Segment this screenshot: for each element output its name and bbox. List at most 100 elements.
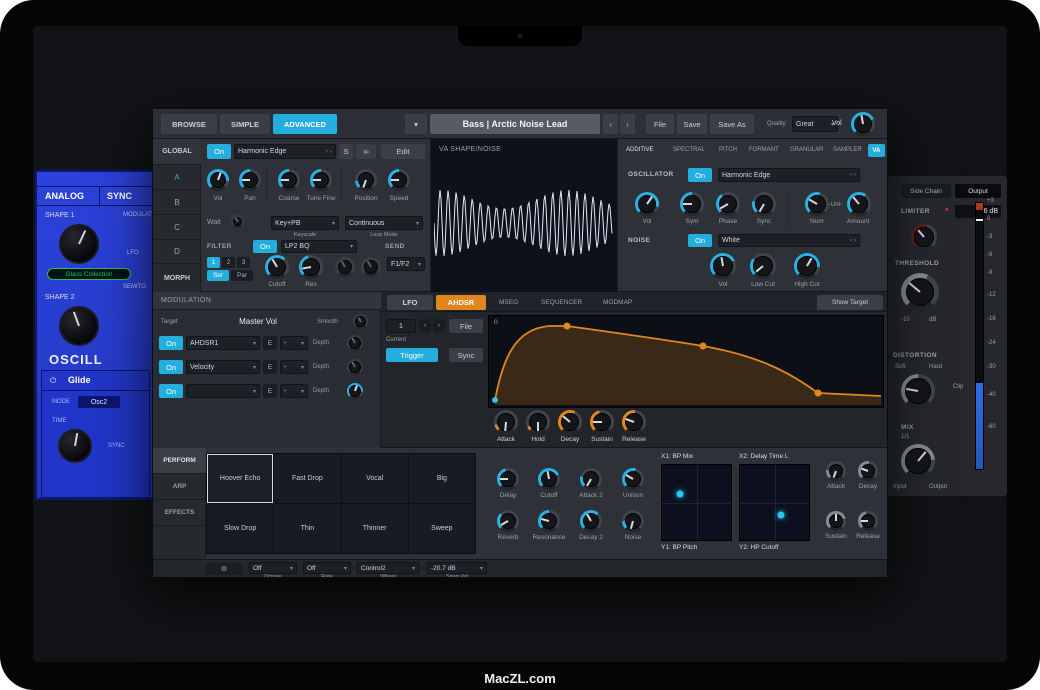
mod-row2-curve[interactable]: - ▾: [280, 360, 308, 374]
tab-layer-d[interactable]: D: [153, 240, 201, 264]
env-sync-button[interactable]: Sync: [449, 348, 483, 362]
preset-menu-button[interactable]: ▾: [405, 114, 427, 134]
pad-sweep[interactable]: Sweep: [408, 504, 475, 553]
save-button[interactable]: Save: [677, 114, 707, 134]
chevron-left-icon[interactable]: ‹: [850, 238, 852, 244]
env-release-knob[interactable]: [622, 410, 646, 434]
noise-on-toggle[interactable]: On: [688, 234, 712, 247]
mode-value[interactable]: Osc2: [78, 396, 120, 408]
mod-row3-depth-knob[interactable]: [347, 383, 363, 399]
vol-knob[interactable]: [207, 169, 229, 191]
chevron-right-icon[interactable]: ›: [330, 149, 332, 155]
amp-attack-knob[interactable]: [826, 461, 846, 481]
octave-select[interactable]: Off ▾: [249, 562, 297, 574]
tab-mseg[interactable]: MSEG: [499, 299, 518, 306]
tab-pitch[interactable]: PITCH: [719, 147, 737, 153]
env-hold-knob[interactable]: [526, 410, 550, 434]
tab-va[interactable]: VA: [868, 144, 885, 157]
speed-knob[interactable]: [388, 169, 410, 191]
amp-sustain-knob[interactable]: [826, 511, 846, 531]
solo-button[interactable]: S: [339, 144, 353, 159]
envelope-editor[interactable]: 0: [488, 315, 884, 408]
resonance-knob[interactable]: [538, 510, 560, 532]
preset-name-display[interactable]: Bass | Arctic Noise Lead: [430, 114, 600, 134]
amp-decay-knob[interactable]: [858, 461, 878, 481]
amp-release-knob[interactable]: [858, 511, 878, 531]
smooth-knob[interactable]: [353, 314, 368, 329]
coarse-knob[interactable]: [278, 169, 300, 191]
tab-global[interactable]: GLOBAL: [153, 139, 201, 165]
noise-highcut-knob[interactable]: [794, 253, 820, 279]
tab-effects[interactable]: EFFECTS: [153, 500, 206, 526]
env-decay-knob[interactable]: [558, 410, 582, 434]
tab-layer-b[interactable]: B: [153, 190, 201, 215]
filter-on-toggle[interactable]: On: [253, 240, 277, 253]
filter-serial-button[interactable]: Ser: [207, 270, 229, 281]
tune-fine-knob[interactable]: [310, 169, 332, 191]
env-attack-knob[interactable]: [494, 410, 518, 434]
xy2-handle[interactable]: [777, 511, 785, 518]
reverb-knob[interactable]: [497, 510, 519, 532]
pad-fast-drop[interactable]: Fast Drop: [274, 454, 341, 503]
time-knob[interactable]: [58, 429, 92, 463]
tab-layer-c[interactable]: C: [153, 215, 201, 240]
chevron-left-icon[interactable]: ‹: [326, 149, 328, 155]
tab-layer-a[interactable]: A: [153, 165, 201, 190]
tab-morph[interactable]: MORPH: [153, 264, 201, 292]
noise-type-select[interactable]: White ‹ ›: [718, 234, 860, 247]
filter-slot-1[interactable]: 1: [207, 257, 220, 268]
osc-vol-knob[interactable]: [635, 192, 659, 216]
env-file-button[interactable]: File: [449, 319, 483, 333]
preset-next-button[interactable]: ›: [620, 114, 635, 134]
wavetable-name-badge[interactable]: Glass Collection: [47, 268, 131, 280]
env-prev-button[interactable]: ‹: [419, 319, 431, 333]
target-value[interactable]: Master Vol: [203, 315, 313, 328]
attack2-knob[interactable]: [580, 468, 602, 490]
mod-row3-curve[interactable]: - ▾: [280, 384, 308, 398]
mix-knob[interactable]: [901, 444, 935, 478]
env-trigger-button[interactable]: Trigger: [386, 348, 438, 362]
osc-phase-knob[interactable]: [716, 192, 740, 216]
tab-modmap[interactable]: MODMAP: [603, 299, 632, 306]
tab-sampler[interactable]: SAMPLER: [833, 147, 862, 153]
mod-row2-edit[interactable]: E: [263, 360, 277, 374]
noise-amt-knob[interactable]: [622, 510, 644, 532]
noise-vol-knob[interactable]: [710, 253, 736, 279]
tab-arp[interactable]: ARP: [153, 474, 206, 500]
cutoff2-knob[interactable]: [538, 468, 560, 490]
pad-big[interactable]: Big: [408, 454, 475, 503]
pad-thinner[interactable]: Thinner: [341, 504, 408, 553]
osc-amount-knob[interactable]: [847, 192, 871, 216]
browse-button[interactable]: BROWSE: [161, 114, 217, 134]
pad-thin[interactable]: Thin: [274, 504, 341, 553]
xy-pad-2[interactable]: [739, 464, 810, 541]
loop-mode-select[interactable]: Continuous ▾: [345, 216, 423, 230]
env-index-display[interactable]: 1: [386, 319, 416, 333]
output-button[interactable]: Output: [955, 184, 1001, 198]
xy1-handle[interactable]: [676, 490, 684, 497]
pan-knob[interactable]: [239, 169, 261, 191]
show-target-button[interactable]: Show Target: [817, 295, 883, 310]
mod-row2-on[interactable]: On: [159, 360, 183, 374]
simple-button[interactable]: SIMPLE: [220, 114, 270, 134]
advanced-button[interactable]: ADVANCED: [273, 114, 337, 134]
threshold-knob[interactable]: [901, 273, 939, 311]
env-decay-handle[interactable]: [699, 342, 707, 350]
cutoff-knob[interactable]: [265, 255, 289, 279]
filter-aux-knob-1[interactable]: [335, 257, 355, 277]
filter-slot-2[interactable]: 2: [222, 257, 235, 268]
filter-type-select[interactable]: LP2 BQ ▾: [281, 240, 357, 253]
position-knob[interactable]: [355, 169, 377, 191]
chevron-right-icon[interactable]: ›: [854, 172, 856, 178]
res-knob[interactable]: [299, 255, 323, 279]
keyscale-select[interactable]: Key+PB ▾: [271, 216, 339, 230]
tab-spectral[interactable]: SPECTRAL: [673, 147, 705, 153]
chevron-right-icon[interactable]: ›: [854, 238, 856, 244]
tab-perform[interactable]: PERFORM: [153, 448, 206, 474]
filter-slot-3[interactable]: 3: [237, 257, 250, 268]
tab-additive[interactable]: ADDITIVE: [626, 147, 654, 153]
env-hold-handle[interactable]: [563, 322, 571, 330]
mod-row3-source[interactable]: ▾: [186, 384, 260, 398]
shape1-knob[interactable]: [59, 224, 99, 264]
snap-vol-select[interactable]: -20.7 dB ▾: [427, 562, 487, 574]
